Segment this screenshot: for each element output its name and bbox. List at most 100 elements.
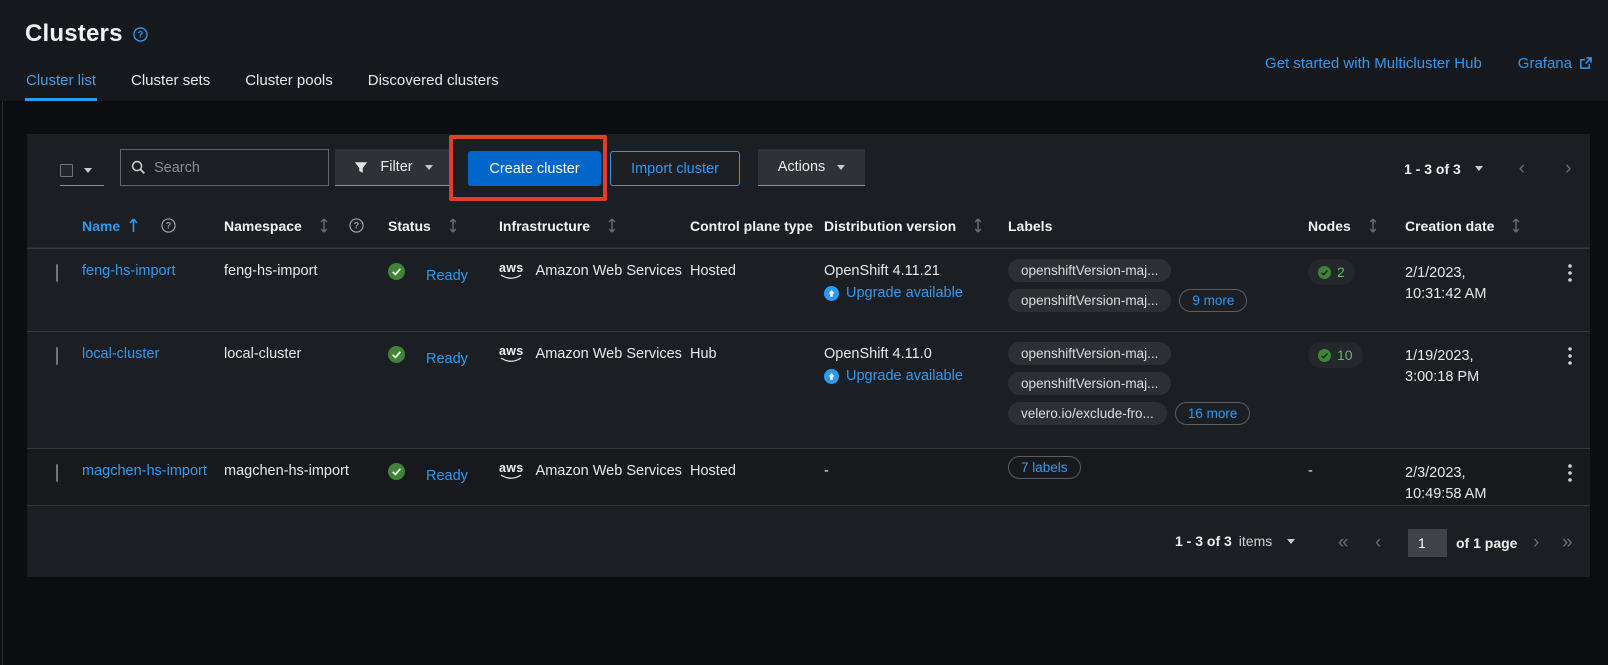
status-link[interactable]: Ready <box>426 268 468 284</box>
create-cluster-button[interactable]: Create cluster <box>468 151 601 186</box>
name-help-icon[interactable]: ? <box>161 218 176 233</box>
cluster-name-link[interactable]: local-cluster <box>82 346 159 362</box>
header-creation-date[interactable]: Creation date <box>1405 205 1550 247</box>
bulk-select-toggle[interactable] <box>60 156 104 186</box>
distribution-cell: - <box>824 449 1008 505</box>
row-checkbox[interactable] <box>56 464 58 482</box>
filter-dropdown[interactable]: Filter <box>335 149 452 186</box>
chevron-down-icon[interactable] <box>1475 166 1483 171</box>
nodes-pill: 10 <box>1308 342 1363 368</box>
table-row: local-cluster local-cluster Ready aws Am… <box>27 331 1590 448</box>
upgrade-available-link[interactable]: Upgrade available <box>824 368 1008 384</box>
kebab-menu-button[interactable] <box>1550 332 1590 448</box>
kebab-menu-button[interactable] <box>1550 449 1590 505</box>
next-page-button[interactable]: › <box>1533 533 1539 552</box>
table-toolbar: Filter Create cluster Import cluster Act… <box>27 134 1590 205</box>
cluster-name-link[interactable]: magchen-hs-import <box>82 463 207 479</box>
tab-cluster-list[interactable]: Cluster list <box>25 68 97 101</box>
infrastructure-label: Amazon Web Services <box>536 346 682 362</box>
sort-icon <box>1369 218 1377 233</box>
namespace-help-icon[interactable]: ? <box>349 218 364 233</box>
upgrade-available-link[interactable]: Upgrade available <box>824 285 1008 301</box>
tab-cluster-sets[interactable]: Cluster sets <box>130 68 211 101</box>
table-header-row: Name ? Namespace ? Status <box>27 205 1590 248</box>
aws-logo-icon: aws <box>499 462 524 480</box>
previous-page-button[interactable]: ‹ <box>1519 159 1525 178</box>
header-select <box>27 205 82 247</box>
get-started-link[interactable]: Get started with Multicluster Hub <box>1265 55 1482 72</box>
label-chip: openshiftVersion-maj... <box>1008 289 1171 312</box>
clusters-panel: Filter Create cluster Import cluster Act… <box>27 134 1590 577</box>
header-distribution-version[interactable]: Distribution version <box>824 205 1008 247</box>
pagination-range: 1 - 3 of 3 <box>1404 161 1461 177</box>
labels-cell: openshiftVersion-maj... openshiftVersion… <box>1008 249 1308 331</box>
node-count: 2 <box>1337 264 1345 280</box>
svg-text:?: ? <box>137 29 142 39</box>
actions-label: Actions <box>778 159 826 175</box>
grafana-link[interactable]: Grafana <box>1518 55 1592 72</box>
creation-date-cell: 2/3/2023, 10:49:58 AM <box>1405 449 1525 505</box>
chevron-down-icon <box>84 168 92 173</box>
last-page-button[interactable]: » <box>1562 533 1573 552</box>
label-chip: openshiftVersion-maj... <box>1008 372 1171 395</box>
page-title: Clusters <box>25 20 123 48</box>
labels-overflow-button[interactable]: 16 more <box>1175 402 1251 425</box>
header-control-plane-type: Control plane type <box>690 205 824 247</box>
sort-icon <box>449 218 457 233</box>
previous-page-button[interactable]: ‹ <box>1375 533 1381 552</box>
labels-cell: 7 labels <box>1008 449 1308 505</box>
aws-logo-icon: aws <box>499 262 524 280</box>
search-icon <box>131 160 146 175</box>
node-count: 10 <box>1337 347 1353 363</box>
nodes-cell: - <box>1308 449 1405 505</box>
check-circle-icon <box>388 346 405 363</box>
page-help-icon[interactable]: ? <box>133 27 148 42</box>
kebab-menu-button[interactable] <box>1550 249 1590 331</box>
labels-overflow-button[interactable]: 7 labels <box>1008 456 1081 479</box>
sort-icon <box>320 218 328 233</box>
status-link[interactable]: Ready <box>426 468 468 484</box>
external-link-icon <box>1579 57 1592 70</box>
header-nodes[interactable]: Nodes <box>1308 205 1405 247</box>
row-checkbox[interactable] <box>56 264 58 282</box>
cluster-name-link[interactable]: feng-hs-import <box>82 263 175 279</box>
chevron-down-icon <box>837 165 845 170</box>
bulk-select-checkbox[interactable] <box>60 164 73 177</box>
header-infrastructure[interactable]: Infrastructure <box>499 205 690 247</box>
tab-cluster-pools[interactable]: Cluster pools <box>244 68 334 101</box>
row-checkbox[interactable] <box>56 347 58 365</box>
namespace-cell: feng-hs-import <box>224 249 388 331</box>
creation-date-cell: 1/19/2023, 3:00:18 PM <box>1405 332 1525 448</box>
infrastructure-cell: aws Amazon Web Services <box>499 332 690 448</box>
nodes-cell: 2 <box>1308 249 1405 331</box>
status-cell: Ready <box>388 449 499 505</box>
label-chip: velero.io/exclude-fro... <box>1008 402 1167 425</box>
check-circle-icon <box>388 463 405 480</box>
status-link[interactable]: Ready <box>426 351 468 367</box>
page-number-input[interactable] <box>1408 529 1447 557</box>
grafana-link-label: Grafana <box>1518 55 1572 72</box>
sort-icon <box>1512 218 1520 233</box>
header-status[interactable]: Status <box>388 205 499 247</box>
labels-overflow-button[interactable]: 9 more <box>1179 289 1247 312</box>
sort-icon <box>608 218 616 233</box>
sort-ascending-icon <box>129 218 138 233</box>
arrow-circle-up-icon <box>824 369 839 384</box>
search-input[interactable] <box>154 160 341 176</box>
search-box <box>120 149 329 186</box>
header-links: Get started with Multicluster Hub Grafan… <box>1265 55 1592 72</box>
distribution-cell: OpenShift 4.11.21 Upgrade available <box>824 249 1008 331</box>
next-page-button[interactable]: › <box>1565 159 1571 178</box>
check-circle-icon <box>1318 266 1331 279</box>
aws-logo-icon: aws <box>499 345 524 363</box>
items-summary-dropdown[interactable]: 1 - 3 of 3 items <box>1175 533 1295 549</box>
actions-dropdown[interactable]: Actions <box>758 149 865 186</box>
namespace-cell: local-cluster <box>224 332 388 448</box>
header-name[interactable]: Name ? <box>82 205 224 247</box>
tab-bar: Cluster list Cluster sets Cluster pools … <box>25 68 500 101</box>
import-cluster-button[interactable]: Import cluster <box>610 151 740 186</box>
first-page-button[interactable]: « <box>1338 533 1349 552</box>
header-namespace[interactable]: Namespace ? <box>224 205 388 247</box>
tab-discovered-clusters[interactable]: Discovered clusters <box>367 68 500 101</box>
status-cell: Ready <box>388 249 499 331</box>
